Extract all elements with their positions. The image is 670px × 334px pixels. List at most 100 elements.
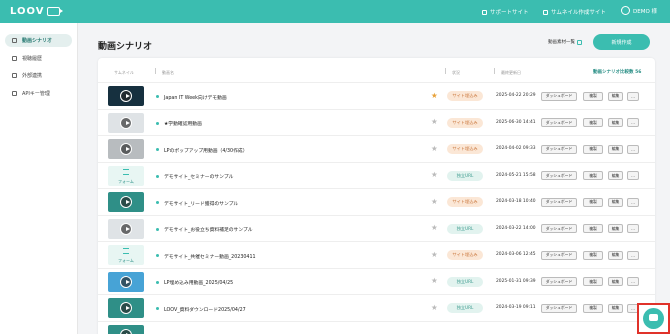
sidebar-item-integrations[interactable]: 外部連携 bbox=[5, 69, 72, 82]
edit-button[interactable]: 編集 bbox=[608, 171, 623, 180]
sidebar-item-api-keys[interactable]: APIキー管理 bbox=[5, 87, 72, 100]
dashboard-button[interactable]: ダッシュボード bbox=[541, 91, 577, 101]
play-icon bbox=[120, 90, 132, 102]
table-row[interactable]: LOOV_資料ダウンロード2025/04/27 ★ 独立URL 2024-03-19 … bbox=[98, 294, 655, 321]
table-row[interactable]: ★学動確認用動画 ★ サイト埋込み 2025-06-30 14:41 ダッシュボード 複製… bbox=[98, 108, 655, 136]
col-header-updated[interactable]: 最終更新日 bbox=[501, 70, 521, 76]
table-row[interactable]: LPのポップアップ用動画（4/30作成） ★ サイト埋込み 2024-04-02 09… bbox=[98, 135, 655, 162]
video-thumbnail[interactable] bbox=[108, 139, 144, 159]
chat-button[interactable] bbox=[643, 308, 664, 329]
status-badge: サイト埋込み bbox=[447, 144, 483, 154]
video-thumbnail[interactable]: フォーム bbox=[108, 165, 144, 186]
updated-date: 2024-05-21 15:58 bbox=[496, 172, 536, 178]
star-icon[interactable]: ★ bbox=[431, 197, 438, 206]
copy-button[interactable]: 複製 bbox=[583, 171, 603, 180]
video-thumbnail[interactable] bbox=[108, 218, 144, 239]
star-icon[interactable]: ★ bbox=[431, 91, 438, 100]
more-menu-button[interactable]: … bbox=[627, 118, 639, 127]
dashboard-button[interactable]: ダッシュボード bbox=[541, 197, 577, 207]
support-site-link[interactable]: サポートサイト bbox=[482, 8, 529, 16]
star-icon[interactable]: ★ bbox=[431, 303, 438, 312]
copy-button[interactable]: 複製 bbox=[583, 144, 603, 154]
copy-button[interactable]: 複製 bbox=[583, 118, 603, 127]
table-row[interactable]: LP埋め込み用動画_2025/04/25 ★ 独立URL 2025-01-31 09:… bbox=[98, 267, 655, 295]
scenario-name[interactable]: デモサイト_リード獲得のサンプル bbox=[164, 200, 238, 207]
scenario-name[interactable]: デモサイト_お役立ち資料補足のサンプル bbox=[164, 226, 253, 233]
copy-button[interactable]: 複製 bbox=[583, 250, 603, 260]
edit-button[interactable]: 編集 bbox=[608, 224, 623, 233]
dashboard-button[interactable]: ダッシュボード bbox=[541, 277, 577, 286]
star-icon[interactable]: ★ bbox=[431, 277, 438, 285]
video-thumbnail[interactable]: フォーム bbox=[108, 245, 144, 265]
dashboard-button[interactable]: ダッシュボード bbox=[541, 224, 577, 233]
scenario-name[interactable]: LPのポップアップ用動画（4/30作成） bbox=[164, 147, 248, 154]
star-icon[interactable]: ★ bbox=[431, 144, 438, 153]
play-icon bbox=[120, 275, 132, 288]
sidebar-item-view-history[interactable]: 視聴履歴 bbox=[5, 52, 72, 65]
scenario-name[interactable]: Japan IT Week向けデモ動画 bbox=[164, 94, 227, 101]
star-icon[interactable]: ★ bbox=[431, 250, 438, 259]
edit-button[interactable]: 編集 bbox=[608, 118, 623, 127]
play-icon bbox=[120, 222, 132, 235]
updated-date: 2024-03-18 10:40 bbox=[496, 199, 536, 204]
copy-button[interactable]: 複製 bbox=[583, 197, 603, 207]
more-menu-button[interactable]: … bbox=[627, 277, 639, 286]
edit-button[interactable]: 編集 bbox=[608, 277, 623, 286]
video-thumbnail[interactable] bbox=[108, 192, 144, 212]
video-thumbnail[interactable] bbox=[108, 271, 144, 292]
user-menu[interactable]: DEMO 様 bbox=[621, 6, 657, 15]
updated-date: 2025-04-22 20:29 bbox=[496, 93, 536, 98]
video-thumbnail[interactable] bbox=[108, 86, 144, 106]
sidebar-item-video-scenario[interactable]: 動画シナリオ bbox=[5, 34, 72, 47]
sidebar-item-label: 動画シナリオ bbox=[22, 38, 53, 44]
more-menu-button[interactable]: … bbox=[627, 250, 639, 260]
copy-button[interactable]: 複製 bbox=[583, 224, 603, 233]
scenario-name[interactable]: ★学動確認用動画 bbox=[164, 120, 202, 127]
dashboard-button[interactable]: ダッシュボード bbox=[541, 303, 577, 313]
video-thumbnail[interactable] bbox=[108, 298, 144, 318]
edit-button[interactable]: 編集 bbox=[608, 303, 623, 313]
edit-button[interactable]: 編集 bbox=[608, 91, 623, 101]
dashboard-button[interactable]: ダッシュボード bbox=[541, 250, 577, 260]
table-row[interactable]: デモサイト_リード獲得のサンプル ★ サイト埋込み 2024-03-18 10:40 ダ… bbox=[98, 188, 655, 215]
star-icon[interactable]: ★ bbox=[431, 224, 438, 232]
table-row[interactable]: Japan IT Week向けデモ動画 ★ サイト埋込み 2025-04-22 20:… bbox=[98, 82, 655, 109]
more-menu-button[interactable]: … bbox=[627, 91, 639, 101]
col-header-name[interactable]: 動画名 bbox=[162, 70, 174, 76]
table-row[interactable]: フォーム デモサイト_セミナーのサンプル ★ 独立URL 2024-05-21 15:5… bbox=[98, 161, 655, 189]
copy-button[interactable]: 複製 bbox=[583, 277, 603, 286]
more-menu-button[interactable]: … bbox=[627, 171, 639, 180]
edit-button[interactable]: 編集 bbox=[608, 250, 623, 260]
table-row[interactable] bbox=[98, 320, 655, 334]
plan-count-link[interactable]: 動画シナリオ比較数 56 bbox=[593, 69, 641, 75]
material-list-link[interactable]: 動画素材一覧 bbox=[548, 39, 582, 45]
star-icon[interactable]: ★ bbox=[431, 171, 438, 179]
logo[interactable]: LOOV bbox=[10, 6, 63, 17]
star-icon[interactable]: ★ bbox=[431, 118, 438, 126]
video-thumbnail[interactable] bbox=[108, 324, 144, 334]
key-icon bbox=[12, 91, 17, 96]
table-row[interactable]: デモサイト_お役立ち資料補足のサンプル ★ 独立URL 2024-03-22 14:0… bbox=[98, 214, 655, 242]
col-header-status[interactable]: 状況 bbox=[452, 70, 460, 76]
more-menu-button[interactable]: … bbox=[627, 144, 639, 154]
thumbnail-site-link[interactable]: サムネイル作成サイト bbox=[543, 8, 606, 16]
edit-button[interactable]: 編集 bbox=[608, 144, 623, 154]
dashboard-button[interactable]: ダッシュボード bbox=[541, 171, 577, 180]
more-menu-button[interactable]: … bbox=[627, 224, 639, 233]
scenario-name[interactable]: デモサイト_セミナーのサンプル bbox=[164, 173, 233, 180]
more-menu-button[interactable]: … bbox=[627, 197, 639, 207]
dashboard-button[interactable]: ダッシュボード bbox=[541, 144, 577, 154]
dashboard-button[interactable]: ダッシュボード bbox=[541, 118, 577, 127]
video-thumbnail[interactable] bbox=[108, 112, 144, 133]
play-icon bbox=[120, 302, 132, 314]
scenario-name[interactable]: LP埋め込み用動画_2025/04/25 bbox=[164, 279, 233, 286]
copy-button[interactable]: 複製 bbox=[583, 303, 603, 313]
thumbnail-label: フォーム bbox=[118, 258, 134, 263]
copy-button[interactable]: 複製 bbox=[583, 91, 603, 101]
new-scenario-button[interactable]: 新規作成 bbox=[593, 34, 650, 50]
edit-button[interactable]: 編集 bbox=[608, 197, 623, 207]
scenario-name[interactable]: LOOV_資料ダウンロード2025/04/27 bbox=[164, 306, 246, 313]
table-row[interactable]: フォーム デモサイト_共催セミナー動画_20230411 ★ サイト埋込み 2024-0… bbox=[98, 241, 655, 268]
play-icon bbox=[120, 116, 132, 129]
scenario-name[interactable]: デモサイト_共催セミナー動画_20230411 bbox=[164, 253, 256, 260]
